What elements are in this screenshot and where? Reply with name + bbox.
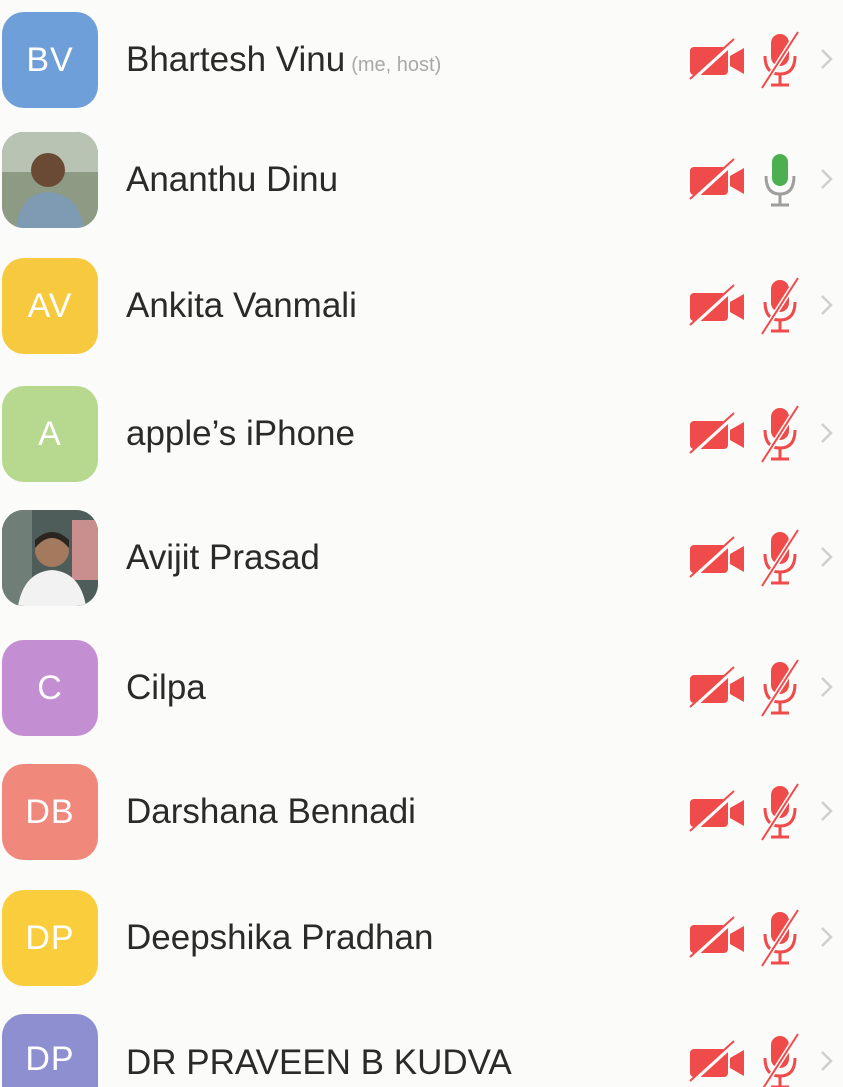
- video-off-icon[interactable]: [686, 916, 750, 960]
- participant-name: Cilpa: [126, 668, 206, 708]
- participant-name-text: apple’s iPhone: [126, 414, 355, 453]
- mic-muted-icon[interactable]: [754, 528, 806, 588]
- participant-row[interactable]: A apple’s iPhone: [0, 386, 843, 482]
- participant-name-text: Cilpa: [126, 668, 206, 707]
- avatar: BV: [2, 12, 98, 108]
- chevron-right-icon[interactable]: [818, 542, 836, 572]
- mic-muted-icon[interactable]: [754, 782, 806, 842]
- avatar-initials: AV: [27, 286, 73, 325]
- avatar: A: [2, 386, 98, 482]
- participant-row[interactable]: Avijit Prasad: [0, 510, 843, 606]
- participant-name: DR PRAVEEN B KUDVA: [126, 1043, 512, 1083]
- video-off-icon[interactable]: [686, 536, 750, 580]
- video-off-icon[interactable]: [686, 158, 750, 202]
- video-off-icon[interactable]: [686, 790, 750, 834]
- participant-name: Ankita Vanmali: [126, 286, 357, 326]
- mic-muted-icon[interactable]: [754, 30, 806, 90]
- avatar-initials: BV: [26, 40, 74, 79]
- mic-muted-icon[interactable]: [754, 908, 806, 968]
- mic-on-icon[interactable]: [754, 150, 806, 210]
- participant-name: Avijit Prasad: [126, 538, 320, 578]
- chevron-right-icon[interactable]: [818, 796, 836, 826]
- participant-name: apple’s iPhone: [126, 414, 355, 454]
- participant-name: Deepshika Pradhan: [126, 918, 433, 958]
- participant-name: Ananthu Dinu: [126, 160, 338, 200]
- participant-name-text: Ankita Vanmali: [126, 286, 357, 325]
- participant-row[interactable]: DB Darshana Bennadi: [0, 764, 843, 860]
- video-off-icon[interactable]: [686, 1040, 750, 1084]
- avatar-initials: C: [37, 668, 63, 707]
- chevron-right-icon[interactable]: [818, 418, 836, 448]
- mic-muted-icon[interactable]: [754, 404, 806, 464]
- participant-row[interactable]: Ananthu Dinu: [0, 132, 843, 228]
- avatar-initials: A: [38, 414, 62, 453]
- participant-row[interactable]: C Cilpa: [0, 640, 843, 736]
- participant-name: Darshana Bennadi: [126, 792, 416, 832]
- chevron-right-icon[interactable]: [818, 164, 836, 194]
- participant-list: BV Bhartesh Vinu (me, host) Ananthu Dinu…: [0, 0, 843, 1087]
- avatar-initials: DB: [25, 792, 75, 831]
- avatar-initials: DP: [25, 918, 75, 957]
- chevron-right-icon[interactable]: [818, 290, 836, 320]
- avatar: AV: [2, 258, 98, 354]
- mic-muted-icon[interactable]: [754, 658, 806, 718]
- mic-muted-icon[interactable]: [754, 1032, 806, 1087]
- participant-row[interactable]: BV Bhartesh Vinu (me, host): [0, 12, 843, 108]
- participant-row[interactable]: DP Deepshika Pradhan: [0, 890, 843, 986]
- mic-muted-icon[interactable]: [754, 276, 806, 336]
- participant-row[interactable]: AV Ankita Vanmali: [0, 258, 843, 354]
- avatar: DP: [2, 890, 98, 986]
- chevron-right-icon[interactable]: [818, 1046, 836, 1076]
- participant-role-label: (me, host): [351, 54, 442, 76]
- participant-name: Bhartesh Vinu (me, host): [126, 40, 441, 80]
- profile-photo-icon: [2, 510, 98, 606]
- video-off-icon[interactable]: [686, 38, 750, 82]
- chevron-right-icon[interactable]: [818, 44, 836, 74]
- participant-name-text: DR PRAVEEN B KUDVA: [126, 1043, 512, 1082]
- chevron-right-icon[interactable]: [818, 672, 836, 702]
- chevron-right-icon[interactable]: [818, 922, 836, 952]
- participant-name-text: Ananthu Dinu: [126, 160, 339, 199]
- participant-name-text: Bhartesh Vinu: [126, 40, 346, 79]
- avatar: C: [2, 640, 98, 736]
- participant-row[interactable]: DP DR PRAVEEN B KUDVA: [0, 1014, 843, 1087]
- avatar: [2, 132, 98, 228]
- avatar: DP: [2, 1014, 98, 1087]
- participant-name-text: Deepshika Pradhan: [126, 918, 434, 957]
- video-off-icon[interactable]: [686, 284, 750, 328]
- video-off-icon[interactable]: [686, 666, 750, 710]
- profile-photo-icon: [2, 132, 98, 228]
- video-off-icon[interactable]: [686, 412, 750, 456]
- avatar: DB: [2, 764, 98, 860]
- participant-name-text: Darshana Bennadi: [126, 792, 416, 831]
- participant-name-text: Avijit Prasad: [126, 538, 320, 577]
- avatar: [2, 510, 98, 606]
- avatar-initials: DP: [25, 1040, 75, 1078]
